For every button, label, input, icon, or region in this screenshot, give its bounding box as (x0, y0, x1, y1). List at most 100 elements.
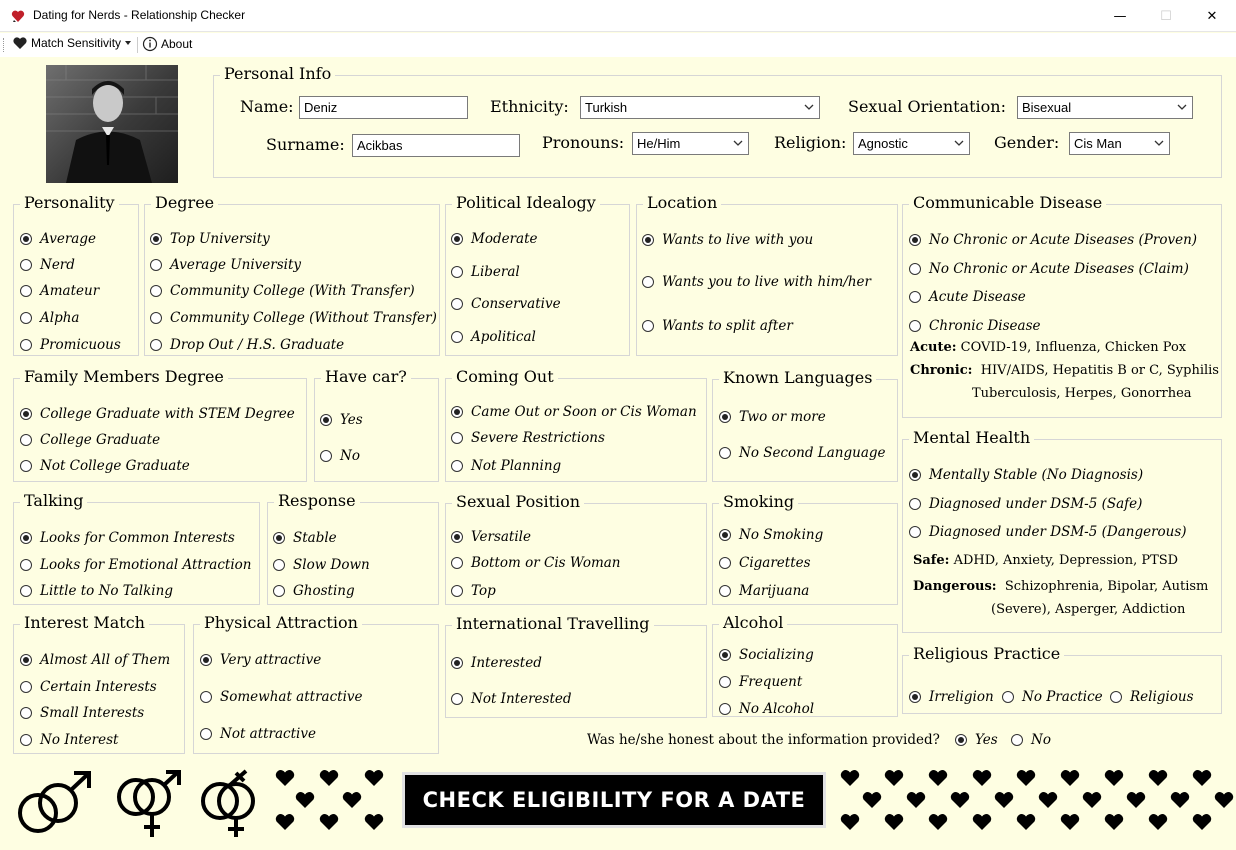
religious-option-2[interactable]: No Practice (1002, 689, 1103, 705)
radio-dot (909, 469, 921, 481)
political-option-1[interactable]: Moderate (451, 231, 538, 247)
honesty-no-radio[interactable]: No (1011, 732, 1051, 748)
mental-option-1[interactable]: Mentally Stable (No Diagnosis) (909, 467, 1143, 483)
heart-icon (906, 792, 926, 808)
religious-option-3[interactable]: Religious (1110, 689, 1194, 705)
safe-note: Safe: ADHD, Anxiety, Depression, PTSD (913, 553, 1179, 568)
gender-select[interactable]: Cis Man (1069, 132, 1170, 155)
location-option-2[interactable]: Wants you to live with him/her (642, 274, 871, 290)
political-option-4[interactable]: Apolitical (451, 329, 536, 345)
car-option-1[interactable]: Yes (320, 412, 363, 428)
physical-option-1[interactable]: Very attractive (200, 652, 321, 668)
name-input[interactable]: Deniz (299, 96, 468, 119)
religion-select[interactable]: Agnostic (853, 132, 970, 155)
disease-option-3[interactable]: Acute Disease (909, 289, 1026, 305)
pronouns-select[interactable]: He/Him (632, 132, 749, 155)
heart-icon (1192, 814, 1212, 830)
heart-icon (1170, 792, 1190, 808)
degree-option-4[interactable]: Community College (Without Transfer) (150, 310, 437, 326)
disease-option-2[interactable]: No Chronic or Acute Diseases (Claim) (909, 261, 1189, 277)
alcohol-option-3[interactable]: No Alcohol (719, 701, 814, 717)
disease-option-1[interactable]: No Chronic or Acute Diseases (Proven) (909, 232, 1197, 248)
ethnicity-select[interactable]: Turkish (580, 96, 820, 119)
political-option-3[interactable]: Conservative (451, 296, 561, 312)
car-option-2[interactable]: No (320, 448, 360, 464)
mental-option-2[interactable]: Diagnosed under DSM-5 (Safe) (909, 496, 1142, 512)
alcohol-option-1[interactable]: Socializing (719, 647, 814, 663)
personality-option-4[interactable]: Alpha (20, 310, 79, 326)
personality-option-5[interactable]: Promicuous (20, 337, 121, 353)
physical-option-2[interactable]: Somewhat attractive (200, 689, 363, 705)
heart-icon (840, 770, 860, 786)
alcohol-option-2[interactable]: Frequent (719, 674, 802, 690)
close-button[interactable]: ✕ (1189, 0, 1235, 32)
minimize-button[interactable]: — (1097, 0, 1143, 32)
radio-dot (20, 734, 32, 746)
coming-out-option-2[interactable]: Severe Restrictions (451, 430, 605, 446)
talking-option-3[interactable]: Little to No Talking (20, 583, 173, 599)
degree-option-2[interactable]: Average University (150, 257, 301, 273)
political-option-2[interactable]: Liberal (451, 264, 520, 280)
interest-option-1[interactable]: Almost All of Them (20, 652, 170, 668)
coming-out-option-1[interactable]: Came Out or Soon or Cis Woman (451, 404, 697, 420)
radio-label: Versatile (471, 529, 531, 545)
car-group: Have car? (314, 367, 439, 482)
location-option-3[interactable]: Wants to split after (642, 318, 793, 334)
degree-option-5[interactable]: Drop Out / H.S. Graduate (150, 337, 344, 353)
maximize-button[interactable]: ☐ (1143, 0, 1189, 32)
location-option-1[interactable]: Wants to live with you (642, 232, 813, 248)
family-option-3[interactable]: Not College Graduate (20, 458, 190, 474)
travel-option-2[interactable]: Not Interested (451, 691, 572, 707)
personality-option-1[interactable]: Average (20, 231, 96, 247)
radio-dot (451, 432, 463, 444)
match-sensitivity-menu[interactable]: Match Sensitivity (12, 36, 132, 50)
position-option-3[interactable]: Top (451, 583, 496, 599)
family-option-1[interactable]: College Graduate with STEM Degree (20, 406, 295, 422)
radio-dot (273, 559, 285, 571)
personality-option-2[interactable]: Nerd (20, 257, 75, 273)
response-option-3[interactable]: Ghosting (273, 583, 355, 599)
smoking-option-1[interactable]: No Smoking (719, 527, 823, 543)
radio-dot (20, 285, 32, 297)
response-option-1[interactable]: Stable (273, 530, 337, 546)
degree-option-1[interactable]: Top University (150, 231, 270, 247)
degree-option-3[interactable]: Community College (With Transfer) (150, 283, 415, 299)
position-option-2[interactable]: Bottom or Cis Woman (451, 555, 621, 571)
talking-option-2[interactable]: Looks for Emotional Attraction (20, 557, 252, 573)
toolbar-grip[interactable] (3, 38, 6, 52)
physical-option-3[interactable]: Not attractive (200, 726, 316, 742)
orientation-select[interactable]: Bisexual (1017, 96, 1193, 119)
response-option-2[interactable]: Slow Down (273, 557, 370, 573)
pronouns-value: He/Him (637, 136, 681, 151)
personality-option-3[interactable]: Amateur (20, 283, 99, 299)
about-menu[interactable]: About (142, 36, 192, 52)
radio-dot (20, 532, 32, 544)
interest-option-2[interactable]: Certain Interests (20, 679, 157, 695)
interest-option-4[interactable]: No Interest (20, 732, 118, 748)
radio-label: Nerd (40, 257, 75, 273)
position-option-1[interactable]: Versatile (451, 529, 531, 545)
radio-dot (451, 693, 463, 705)
languages-option-2[interactable]: No Second Language (719, 445, 886, 461)
coming-out-option-3[interactable]: Not Planning (451, 458, 561, 474)
religious-option-1[interactable]: Irreligion (909, 689, 994, 705)
radio-label: Severe Restrictions (471, 430, 605, 446)
honesty-yes-radio[interactable]: Yes (955, 732, 998, 748)
surname-input[interactable]: Acikbas (352, 134, 520, 157)
check-eligibility-button[interactable]: CHECK ELIGIBILITY FOR A DATE (402, 772, 826, 828)
talking-option-1[interactable]: Looks for Common Interests (20, 530, 235, 546)
mental-option-3[interactable]: Diagnosed under DSM-5 (Dangerous) (909, 524, 1187, 540)
smoking-option-2[interactable]: Cigarettes (719, 555, 811, 571)
disease-option-4[interactable]: Chronic Disease (909, 318, 1041, 334)
interest-title: Interest Match (20, 613, 149, 633)
heart-icon (1126, 792, 1146, 808)
smoking-option-3[interactable]: Marijuana (719, 583, 809, 599)
heart-icon (319, 770, 339, 786)
travel-option-1[interactable]: Interested (451, 655, 542, 671)
chevron-down-icon (733, 140, 743, 146)
interest-option-3[interactable]: Small Interests (20, 705, 144, 721)
radio-label: Apolitical (471, 329, 536, 345)
chronic-note: Chronic: HIV/AIDS, Hepatitis B or C, Syp… (910, 363, 1219, 378)
family-option-2[interactable]: College Graduate (20, 432, 160, 448)
languages-option-1[interactable]: Two or more (719, 409, 826, 425)
